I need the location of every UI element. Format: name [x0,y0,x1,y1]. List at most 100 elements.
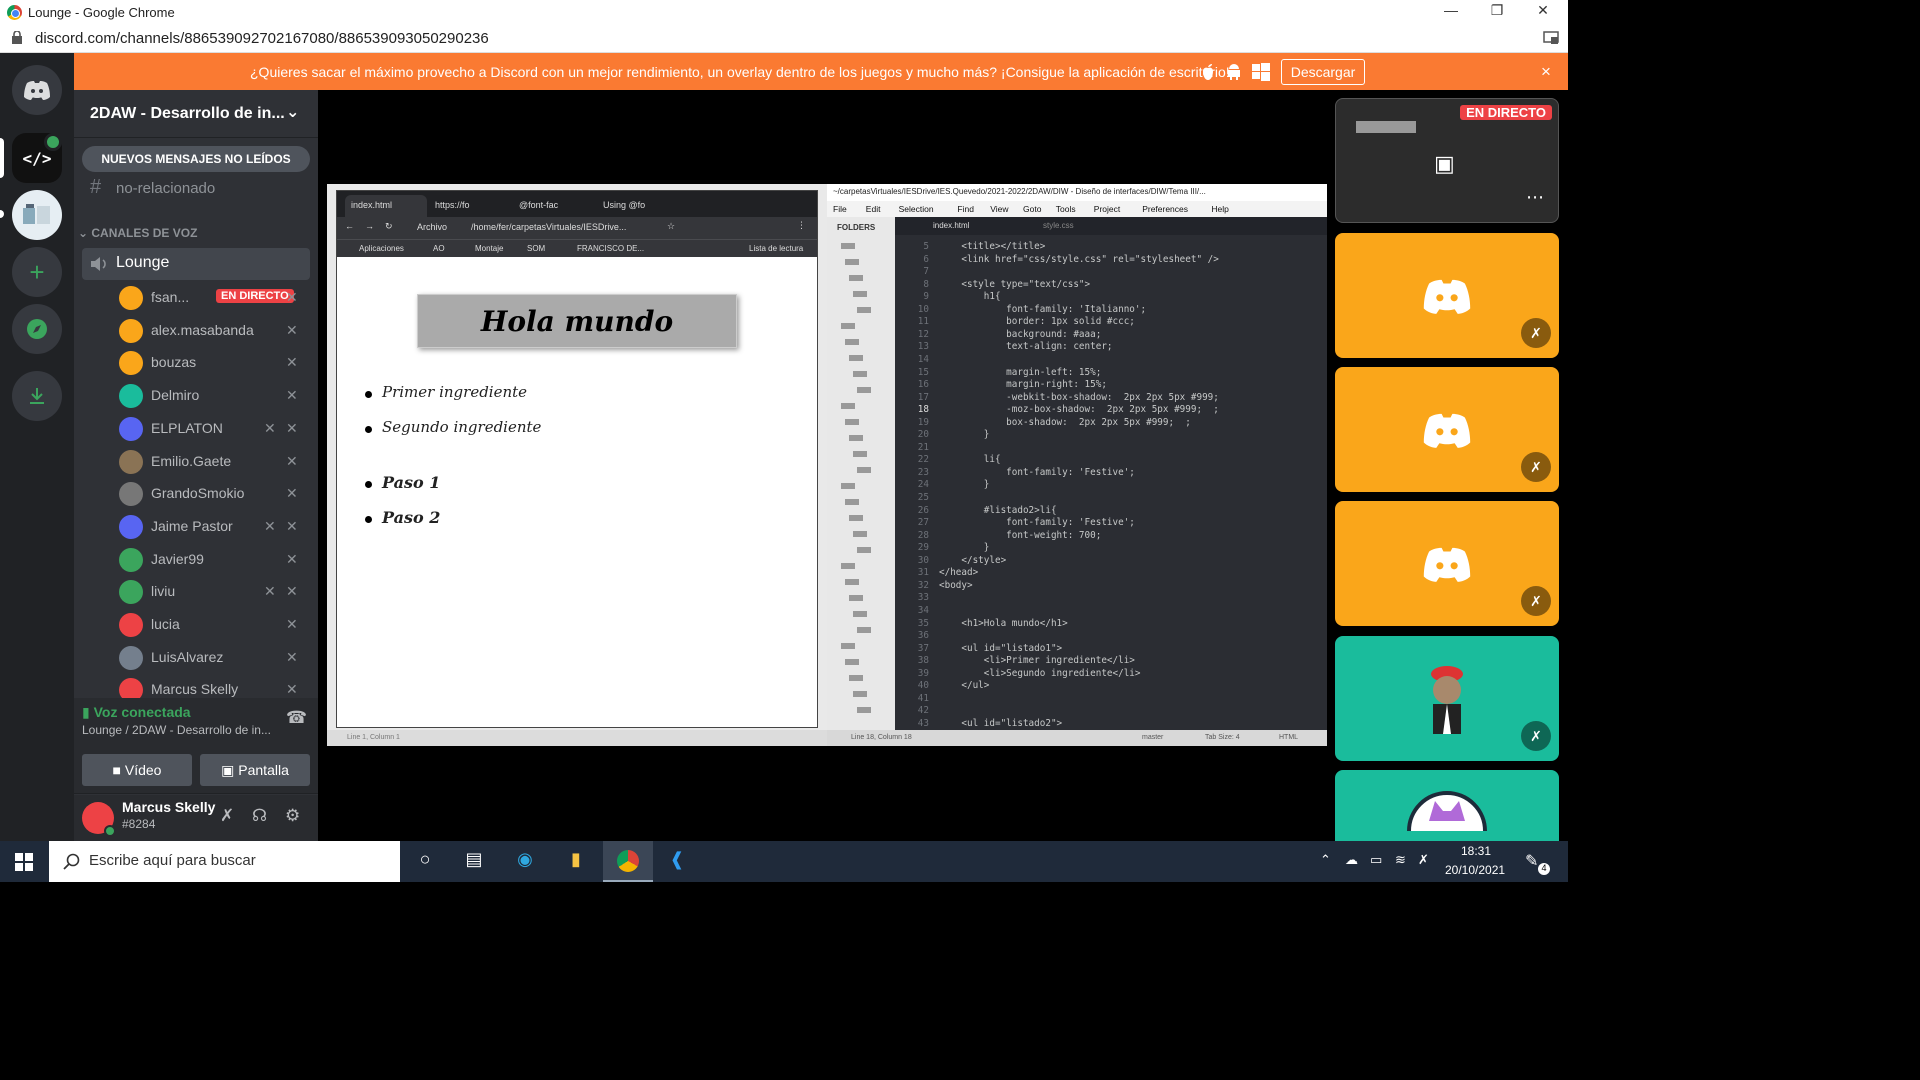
folder-tree-item[interactable] [857,387,871,393]
folder-tree-item[interactable] [853,291,867,297]
wifi-icon[interactable]: ≋ [1395,852,1406,868]
folder-tree-item[interactable] [857,707,871,713]
editor-menu-item[interactable]: Selection [899,204,934,214]
voice-connected-status[interactable]: ▮ Voz conectada [82,704,191,721]
folder-tree-item[interactable] [853,531,867,537]
folder-tree-item[interactable] [857,307,871,313]
editor-menu-item[interactable]: Find [957,204,974,214]
folder-tree-item[interactable] [841,483,855,489]
voice-user[interactable]: Javier99 ✕ [116,545,310,575]
editor-tab[interactable]: style.css [1043,221,1074,230]
battery-icon[interactable]: ▭ [1370,852,1382,868]
editor-menu-item[interactable]: File [833,204,847,214]
clock-date[interactable]: 20/10/2021 [1445,863,1505,877]
editor-menu-item[interactable]: Project [1094,204,1120,214]
participant-tile[interactable]: ✗ [1335,636,1559,761]
headphones-icon[interactable]: ☊ [252,806,267,826]
add-server-button[interactable]: + [12,247,62,297]
editor-menu-item[interactable]: Tools [1056,204,1076,214]
folder-tree-item[interactable] [845,259,859,265]
url-text[interactable]: discord.com/channels/886539092702167080/… [35,30,489,47]
folder-tree-item[interactable] [841,403,855,409]
download-apps-button[interactable] [12,371,62,421]
participant-tile[interactable]: ✗ [1335,367,1559,492]
android-icon[interactable] [1226,63,1242,81]
address-bar[interactable]: discord.com/channels/886539092702167080/… [0,25,1568,53]
folder-tree-item[interactable] [857,627,871,633]
folder-tree-item[interactable] [849,275,863,281]
clock-time[interactable]: 18:31 [1455,844,1497,858]
notifications-icon[interactable]: ✎ [1525,851,1538,871]
vscode-icon[interactable]: ❰ [664,849,690,875]
folder-tree-item[interactable] [853,691,867,697]
folder-tree-item[interactable] [841,563,855,569]
chevron-up-icon[interactable]: ⌃ [1320,852,1331,868]
chrome-taskbar-button[interactable] [603,841,653,882]
windows-icon[interactable] [1252,63,1270,81]
folder-tree-item[interactable] [841,243,855,249]
stream-preview-tile[interactable]: EN DIRECTO ▣ ⋯ [1335,98,1559,223]
minimize-button[interactable]: — [1428,2,1474,22]
voice-user[interactable]: GrandoSmokio ✕ [116,479,310,509]
taskbar-search[interactable]: Escribe aquí para buscar [49,841,400,882]
folder-tree-item[interactable] [853,371,867,377]
voice-user[interactable]: liviu ✕ ✕ [116,577,310,607]
editor-menu-item[interactable]: Preferences [1142,204,1188,214]
mute-mic-icon[interactable]: ✗ [220,806,234,826]
folder-tree-item[interactable] [849,435,863,441]
folder-tree-item[interactable] [853,611,867,617]
folder-tree-item[interactable] [841,643,855,649]
voice-category-header[interactable]: ⌄ CANALES DE VOZ [78,226,197,240]
more-options-icon[interactable]: ⋯ [1526,187,1544,208]
voice-user[interactable]: LuisAlvarez ✕ [116,643,310,673]
cloud-icon[interactable]: ☁ [1345,852,1358,868]
voice-user[interactable]: Jaime Pastor ✕ ✕ [116,512,310,542]
server-header[interactable]: 2DAW - Desarrollo de in... ⌄ [74,90,318,138]
close-window-button[interactable]: ✕ [1520,2,1566,22]
folder-tree-item[interactable] [845,579,859,585]
gear-icon[interactable]: ⚙ [285,806,300,826]
server-icon-books[interactable] [12,190,62,240]
cortana-icon[interactable]: ○ [412,849,438,875]
video-button[interactable]: ■ Vídeo [82,754,192,786]
voice-user[interactable]: Delmiro ✕ [116,381,310,411]
editor-menu-item[interactable]: Help [1211,204,1228,214]
edge-icon[interactable]: ◉ [512,849,538,875]
bookmark-item[interactable]: Montaje [475,244,503,253]
browser-tab[interactable]: index.html [345,195,427,217]
screen-share-button[interactable]: ▣ Pantalla [200,754,310,786]
folder-tree-item[interactable] [841,323,855,329]
participant-tile[interactable]: ✗ [1335,233,1559,358]
folder-tree-item[interactable] [857,467,871,473]
voice-user[interactable]: fsan... EN DIRECTO ✕ [116,283,310,313]
folder-tree-item[interactable] [845,659,859,665]
browser-tab[interactable]: Using @fo [597,195,679,217]
voice-channel-lounge[interactable]: Lounge [82,248,310,280]
bookmark-item[interactable]: Aplicaciones [359,244,404,253]
bookmark-item[interactable]: SOM [527,244,545,253]
folder-tree-item[interactable] [857,547,871,553]
volume-muted-icon[interactable]: ✗ [1418,852,1429,868]
participant-tile[interactable]: ✗ [1335,501,1559,626]
bookmark-item[interactable]: Lista de lectura [749,244,803,253]
bookmark-item[interactable]: FRANCISCO DE... [577,244,644,253]
folder-tree-item[interactable] [849,675,863,681]
editor-menu-item[interactable]: Edit [866,204,881,214]
task-view-icon[interactable]: ▤ [461,849,487,875]
folder-tree-item[interactable] [845,499,859,505]
voice-user[interactable]: alex.masabanda ✕ [116,316,310,346]
browser-tab[interactable]: @font-fac [513,195,595,217]
folder-tree-item[interactable] [849,355,863,361]
editor-menu-item[interactable]: View [990,204,1008,214]
browser-tab[interactable]: https://fo [429,195,511,217]
folder-tree-item[interactable] [853,451,867,457]
maximize-button[interactable]: ❐ [1474,2,1520,22]
folder-tree-item[interactable] [849,595,863,601]
bookmark-item[interactable]: AO [433,244,445,253]
explore-servers-button[interactable] [12,304,62,354]
username[interactable]: Marcus Skelly [122,799,215,815]
channel-no-relacionado[interactable]: # no-relacionado [82,176,310,208]
participant-tile[interactable] [1335,770,1559,841]
start-icon[interactable] [15,853,33,871]
folder-tree-item[interactable] [845,419,859,425]
